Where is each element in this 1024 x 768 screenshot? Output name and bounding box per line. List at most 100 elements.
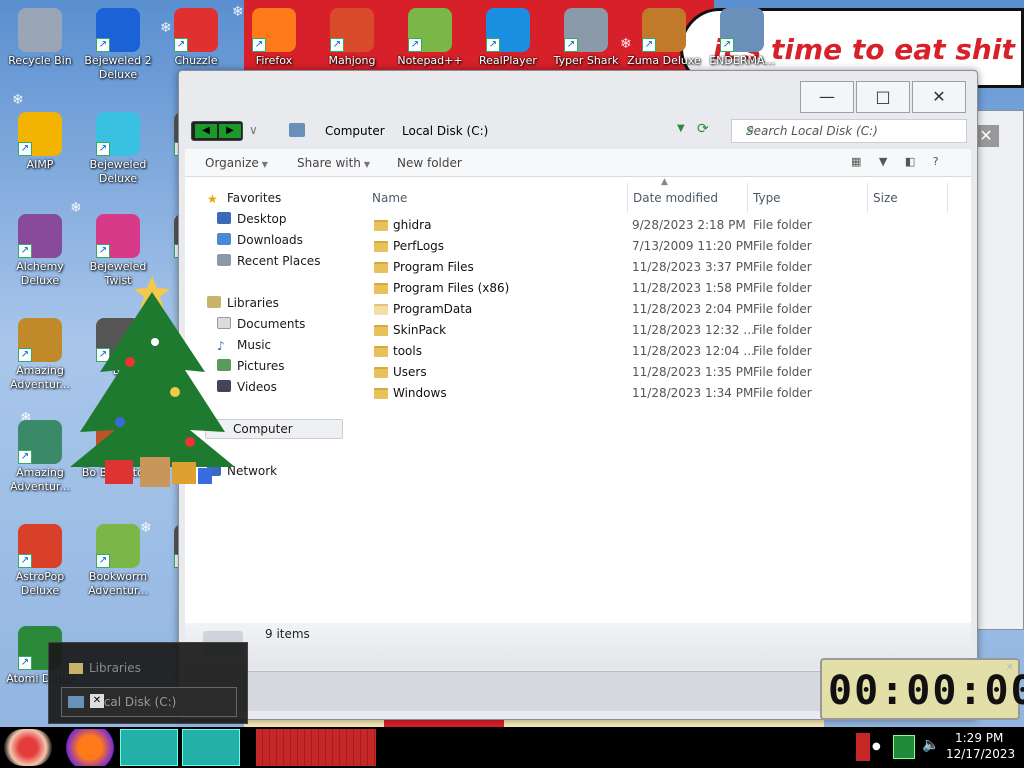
- search-icon[interactable]: ⌕: [746, 122, 960, 138]
- help-button[interactable]: ?: [933, 155, 939, 168]
- table-row[interactable]: Users 11/28/2023 1:35 PM File folder: [355, 362, 971, 383]
- breadcrumb-computer[interactable]: Computer: [325, 124, 385, 138]
- table-row[interactable]: Windows 11/28/2023 1:34 PM File folder: [355, 383, 971, 404]
- popup-item-libraries[interactable]: Libraries: [89, 661, 141, 675]
- tray-app-icon[interactable]: [856, 733, 870, 761]
- desktop-icon-label: Typer Shark: [553, 54, 619, 67]
- desktop-icon[interactable]: ↗ ENDERMA...: [702, 8, 782, 68]
- desktop-icon[interactable]: ↗ Bookworm Adventur...: [78, 524, 158, 598]
- desktop-icon[interactable]: ↗ Zuma Deluxe: [624, 8, 704, 68]
- address-bar: ◀ ▶ ∨ Computer Local Disk (C:) ▼ ⟳ Searc…: [189, 119, 969, 145]
- view-options-icon[interactable]: ▦: [851, 155, 861, 168]
- close-button[interactable]: ✕: [912, 81, 966, 113]
- desktop-icon[interactable]: ↗ AstroPop Deluxe: [0, 524, 80, 598]
- volume-icon[interactable]: 🔈: [922, 737, 939, 753]
- tray-dot-icon[interactable]: ●: [872, 741, 881, 752]
- desktop-icon-label: ENDERMA...: [709, 54, 775, 67]
- column-header-name[interactable]: Name: [372, 191, 407, 205]
- address-dropdown-icon[interactable]: ▼: [677, 123, 685, 134]
- table-row[interactable]: Program Files 11/28/2023 3:37 PM File fold…: [355, 257, 971, 278]
- back-button[interactable]: ◀: [195, 124, 217, 138]
- app-icon: ↗: [18, 420, 62, 464]
- desktop-icon-label: Bejeweled Deluxe: [89, 158, 147, 185]
- column-divider[interactable]: [947, 183, 948, 213]
- desktop-icon[interactable]: ↗ Mahjong: [312, 8, 392, 68]
- organize-button[interactable]: Organize ▼: [205, 156, 268, 170]
- minimize-button[interactable]: —: [800, 81, 854, 113]
- timer-display: 00:00:00: [828, 668, 1024, 714]
- christmas-tree-gadget[interactable]: [60, 262, 250, 492]
- column-header-type[interactable]: Type: [753, 191, 781, 205]
- timer-gadget[interactable]: 00:00:00 ✕: [820, 658, 1024, 720]
- sort-ascending-icon: ▲: [661, 177, 668, 187]
- close-icon[interactable]: ✕: [90, 694, 104, 708]
- shortcut-arrow-icon: ↗: [18, 450, 32, 464]
- app-icon: ↗: [96, 524, 140, 568]
- table-row[interactable]: ProgramData 11/28/2023 2:04 PM File folder: [355, 299, 971, 320]
- folder-icon: [374, 367, 388, 378]
- content-area: ★ Favorites Desktop Downloads Recent Plac…: [185, 177, 971, 623]
- desktop-icon[interactable]: ↗ AIMP: [0, 112, 80, 172]
- column-divider[interactable]: [627, 183, 628, 213]
- column-header-size[interactable]: Size: [873, 191, 898, 205]
- file-type: File folder: [753, 344, 812, 358]
- desktop-icon[interactable]: ↗ Bejeweled Deluxe: [78, 112, 158, 186]
- start-button[interactable]: [4, 729, 52, 766]
- column-divider[interactable]: [747, 183, 748, 213]
- taskbar-firefox-icon[interactable]: [62, 729, 118, 766]
- file-date: 9/28/2023 2:18 PM: [632, 218, 746, 232]
- new-folder-button[interactable]: New folder: [397, 156, 462, 170]
- desktop-icon[interactable]: Recycle Bin: [0, 8, 80, 68]
- desktop-icon[interactable]: ↗ Chuzzle: [156, 8, 236, 68]
- share-with-button[interactable]: Share with ▼: [297, 156, 370, 170]
- app-icon: ↗: [96, 8, 140, 52]
- desktop-icon[interactable]: ↗ Notepad++: [390, 8, 470, 68]
- command-bar: Organize ▼ Share with ▼ New folder ▦ ▼ ◧ ?: [185, 149, 971, 177]
- file-name: ghidra: [393, 218, 432, 232]
- table-row[interactable]: tools 11/28/2023 12:04 ... File folder: [355, 341, 971, 362]
- shortcut-arrow-icon: ↗: [174, 38, 188, 52]
- history-dropdown-icon[interactable]: ∨: [249, 123, 258, 137]
- forward-button[interactable]: ▶: [219, 124, 241, 138]
- view-dropdown-icon[interactable]: ▼: [879, 155, 887, 168]
- desktop-icon[interactable]: ↗ Typer Shark: [546, 8, 626, 68]
- network-tray-icon[interactable]: [893, 735, 915, 759]
- file-type: File folder: [753, 239, 812, 253]
- close-icon[interactable]: ✕: [1006, 662, 1014, 673]
- shortcut-arrow-icon: ↗: [564, 38, 578, 52]
- taskbar-app-button[interactable]: [256, 729, 376, 766]
- breadcrumb-local-disk[interactable]: Local Disk (C:): [402, 124, 488, 138]
- clock-date[interactable]: 12/17/2023: [946, 747, 1015, 761]
- desktop-icon-label: Bookworm Adventur...: [88, 570, 148, 597]
- search-input[interactable]: Search Local Disk (C:) ⌕: [731, 119, 967, 143]
- desktop-icon[interactable]: ↗ Firefox: [234, 8, 314, 68]
- app-icon: ↗: [174, 8, 218, 52]
- taskbar-chrome-icon[interactable]: [182, 729, 240, 766]
- file-name: tools: [393, 344, 422, 358]
- column-divider[interactable]: [867, 183, 868, 213]
- shortcut-arrow-icon: ↗: [18, 142, 32, 156]
- table-row[interactable]: Program Files (x86) 11/28/2023 1:58 PM Fil…: [355, 278, 971, 299]
- table-row[interactable]: ghidra 9/28/2023 2:18 PM File folder: [355, 215, 971, 236]
- table-row[interactable]: PerfLogs 7/13/2009 11:20 PM File folder: [355, 236, 971, 257]
- file-type: File folder: [753, 218, 812, 232]
- popup-item-local-disk[interactable]: Local Disk (C:) ✕: [61, 687, 237, 717]
- tree-icon: [70, 292, 235, 467]
- refresh-icon[interactable]: ⟳: [697, 121, 709, 137]
- taskbar-explorer-icon[interactable]: [120, 729, 178, 766]
- nav-desktop[interactable]: Desktop: [217, 212, 287, 226]
- desktop-icon-label: Zuma Deluxe: [627, 54, 701, 67]
- nav-favorites[interactable]: ★ Favorites: [207, 191, 281, 206]
- shortcut-arrow-icon: ↗: [96, 142, 110, 156]
- table-row[interactable]: SkinPack 11/28/2023 12:32 ... File folder: [355, 320, 971, 341]
- clock-time[interactable]: 1:29 PM: [955, 731, 1003, 745]
- desktop-icon[interactable]: ↗ Bejeweled 2 Deluxe: [78, 8, 158, 82]
- desktop-icon[interactable]: ↗ RealPlayer: [468, 8, 548, 68]
- drive-icon: [289, 123, 305, 137]
- nav-downloads[interactable]: Downloads: [217, 233, 303, 247]
- taskbar: ● 🔈 1:29 PM 12/17/2023: [0, 727, 1024, 768]
- preview-pane-icon[interactable]: ◧: [905, 155, 915, 168]
- maximize-button[interactable]: □: [856, 81, 910, 113]
- file-type: File folder: [753, 302, 812, 316]
- column-header-date[interactable]: Date modified: [633, 191, 718, 205]
